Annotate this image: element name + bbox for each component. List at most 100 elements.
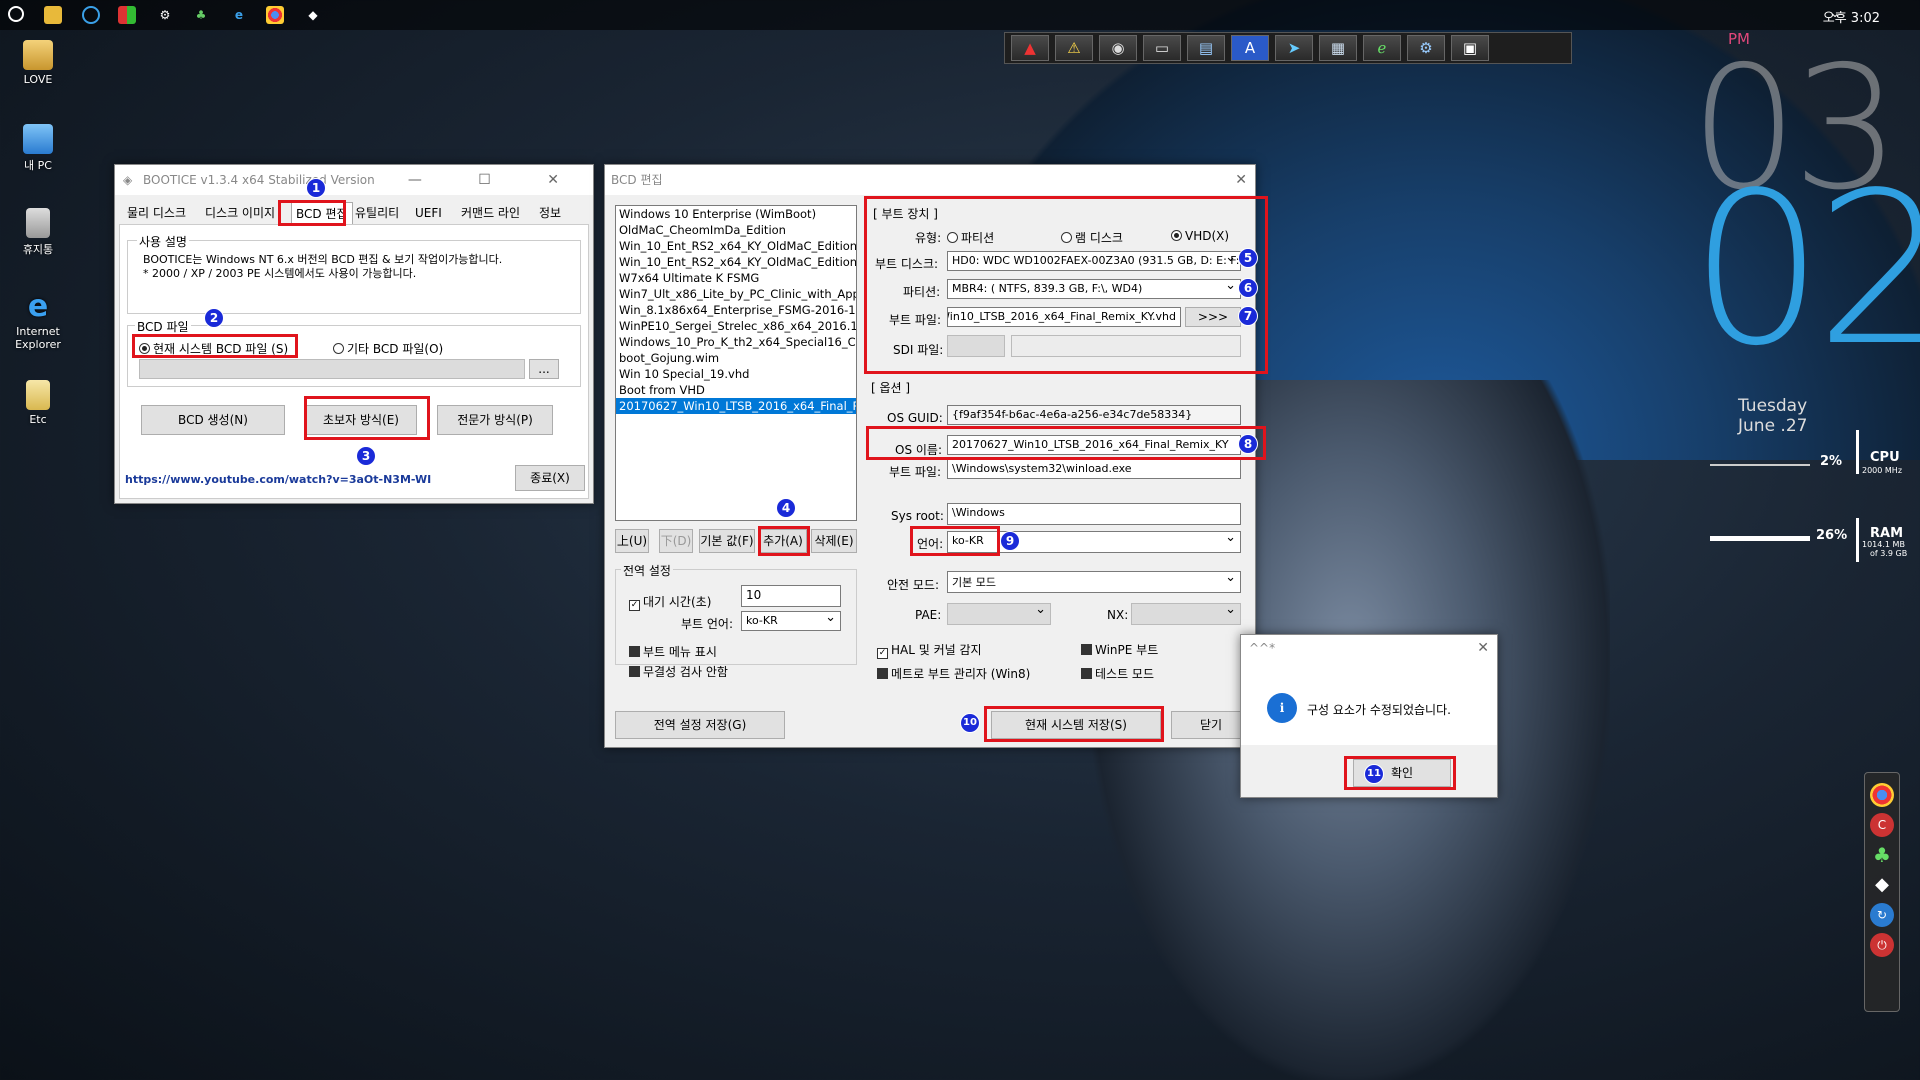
type-partition-radio[interactable]: 파티션 [947,229,994,246]
chrome-icon[interactable] [266,6,284,24]
start-icon[interactable] [8,6,24,22]
safe-mode-select[interactable]: 기본 모드 [947,571,1241,593]
type-ramdisk-radio[interactable]: 램 디스크 [1061,229,1123,246]
os-name-input[interactable]: 20170627_Win10_LTSB_2016_x64_Final_Remix… [947,435,1241,455]
expert-mode-button[interactable]: 전문가 방식(P) [437,405,553,435]
show-menu-checkbox[interactable]: 부트 메뉴 표시 [629,643,717,660]
close-icon[interactable]: ✕ [1235,165,1247,195]
nx-select[interactable] [1131,603,1241,625]
create-bcd-button[interactable]: BCD 생성(N) [141,405,285,435]
boot-entry[interactable]: Windows 10 Enterprise (WimBoot) [616,206,856,222]
calendar-icon[interactable]: ▣ [1451,35,1489,61]
sysroot-input[interactable]: \Windows [947,503,1241,525]
boot-entry[interactable]: OldMaC_CheomImDa_Edition [616,222,856,238]
boot-entry[interactable]: WinPE10_Sergei_Strelec_x86_x64_2016.10.0… [616,318,856,334]
partition-select[interactable]: MBR4: ( NTFS, 839.3 GB, F:\, WD4) [947,279,1241,299]
computer-icon[interactable]: ▤ [1187,35,1225,61]
tab-uefi[interactable]: UEFI [415,202,442,224]
winpe-checkbox[interactable]: WinPE 부트 [1081,641,1158,658]
tray-clock[interactable]: 오후 3:02 [1823,7,1880,26]
boot-entry[interactable]: 20170627_Win10_LTSB_2016_x64_Final_Remix [616,398,856,414]
close-button[interactable]: 닫기 [1171,711,1251,739]
test-mode-checkbox[interactable]: 테스트 모드 [1081,665,1154,682]
sdi-device-input[interactable] [947,335,1005,357]
tab-physical-disk[interactable]: 물리 디스크 [127,202,186,224]
close-icon[interactable]: ✕ [1477,635,1489,661]
desktop-icon-recycle[interactable]: 휴지통 [8,208,68,257]
boot-entry[interactable]: Win 10 Special_19.vhd [616,366,856,382]
diamond-icon[interactable]: ◆ [304,6,322,24]
boot-entry[interactable]: W7x64 Ultimate K FSMG [616,270,856,286]
metro-checkbox[interactable]: 메트로 부트 관리자 (Win8) [877,665,1030,682]
network-icon[interactable]: ▦ [1319,35,1357,61]
ccleaner-icon[interactable]: C [1870,813,1894,837]
diamond-icon[interactable]: ◆ [1870,873,1894,897]
ie-icon[interactable]: e [230,6,248,24]
gear-icon[interactable]: ⚙ [156,6,174,24]
circle-app-icon[interactable] [82,6,100,24]
window-controls[interactable]: — ☐ ✕ [408,165,585,195]
boot-disk-select[interactable]: HD0: WDC WD1002FAEX-00Z3A0 (931.5 GB, D:… [947,251,1241,271]
boot-entry[interactable]: Win7_Ult_x86_Lite_by_PC_Clinic_with_App_… [616,286,856,302]
dock-app-icon[interactable]: ▲ [1011,35,1049,61]
boot-entry[interactable]: Boot from VHD [616,382,856,398]
desktop-icon-mypc[interactable]: 내 PC [8,124,68,173]
boot-file-input[interactable]: Win10_LTSB_2016_x64_Final_Remix_KY.vhd [947,307,1181,327]
desktop-icon-etc[interactable]: Etc [8,380,68,426]
no-integrity-checkbox[interactable]: 무결성 검사 안함 [629,663,728,680]
save-global-button[interactable]: 전역 설정 저장(G) [615,711,785,739]
hal-checkbox[interactable]: ✓ HAL 및 커널 감지 [877,641,982,659]
os-guid-input[interactable]: {f9af354f-b6ac-4e6a-a256-e34c7de58334} [947,405,1241,425]
tab-command-line[interactable]: 커맨드 라인 [461,202,520,224]
boot-lang-select[interactable]: ko-KR [741,611,841,631]
delete-entry-button[interactable]: 삭제(E) [811,529,857,553]
a-icon[interactable]: A [1231,35,1269,61]
youtube-link[interactable]: https://www.youtube.com/watch?v=3aOt-N3M… [125,473,431,486]
msgbox-titlebar[interactable]: ^^* ✕ [1241,635,1497,661]
folder-icon[interactable] [44,6,62,24]
exit-button[interactable]: 종료(X) [515,465,585,491]
radio-other-bcd[interactable]: 기타 BCD 파일(O) [333,340,443,357]
tab-info[interactable]: 정보 [539,202,561,224]
move-up-button[interactable]: 上(U) [615,529,649,553]
bcd-path-input[interactable] [139,359,525,379]
warning-icon[interactable]: ⚠ [1055,35,1093,61]
timeout-input[interactable]: 10 [741,585,841,607]
bootice-titlebar[interactable]: ◈ BOOTICE v1.3.4 x64 Stabilized Version … [115,165,593,195]
save-current-system-button[interactable]: 현재 시스템 저장(S) [991,711,1161,739]
desktop-icon-love[interactable]: LOVE [8,40,68,86]
clover-icon[interactable]: ♣ [192,6,210,24]
desktop-icon-ie[interactable]: e Internet Explorer [8,292,68,352]
refresh-icon[interactable]: ↻ [1870,903,1894,927]
boot-entry[interactable]: Win_8.1x86x64_Enterprise_FSMG-2016-10-07 [616,302,856,318]
language-select[interactable]: ko-KR [947,531,1241,553]
boot-entry[interactable]: boot_Gojung.wim [616,350,856,366]
tab-bcd-edit[interactable]: BCD 편집 [291,202,353,224]
clover-icon[interactable]: ♣ [1870,843,1894,867]
power-icon[interactable]: ⏻ [1870,933,1894,957]
browse-button[interactable]: ... [529,359,559,379]
globe-icon[interactable]: ◉ [1099,35,1137,61]
tab-disk-image[interactable]: 디스크 이미지 [205,202,275,224]
bcd-titlebar[interactable]: BCD 편집 ✕ [605,165,1255,195]
chrome-icon[interactable] [1870,783,1894,807]
e-icon[interactable]: ℯ [1363,35,1401,61]
set-default-button[interactable]: 기본 값(F) [699,529,755,553]
boot-entry[interactable]: Win_10_Ent_RS2_x64_KY_OldMaC_Edition [616,254,856,270]
loader-file-input[interactable]: \Windows\system32\winload.exe [947,459,1241,479]
sdi-file-input[interactable] [1011,335,1241,357]
boot-entry-list[interactable]: Windows 10 Enterprise (WimBoot) OldMaC_Ch… [615,205,857,521]
easy-mode-button[interactable]: 초보자 방식(E) [305,405,417,435]
radio-current-bcd[interactable]: 현재 시스템 BCD 파일 (S) [139,340,288,357]
boot-entry[interactable]: Windows_10_Pro_K_th2_x64_Special16_Child… [616,334,856,350]
tab-utility[interactable]: 유틸리티 [355,202,399,224]
add-entry-button[interactable]: 추가(A) [759,529,807,553]
move-down-button[interactable]: 下(D) [659,529,693,553]
arrow-icon[interactable]: ➤ [1275,35,1313,61]
browse-vhd-button[interactable]: >>> [1185,307,1241,327]
boot-entry[interactable]: Win_10_Ent_RS2_x64_KY_OldMaC_Edition_Ch [616,238,856,254]
monitor-icon[interactable]: ▭ [1143,35,1181,61]
pae-select[interactable] [947,603,1051,625]
timeout-checkbox[interactable]: ✓ 대기 시간(초) [629,593,711,611]
app-icon[interactable] [118,6,136,24]
